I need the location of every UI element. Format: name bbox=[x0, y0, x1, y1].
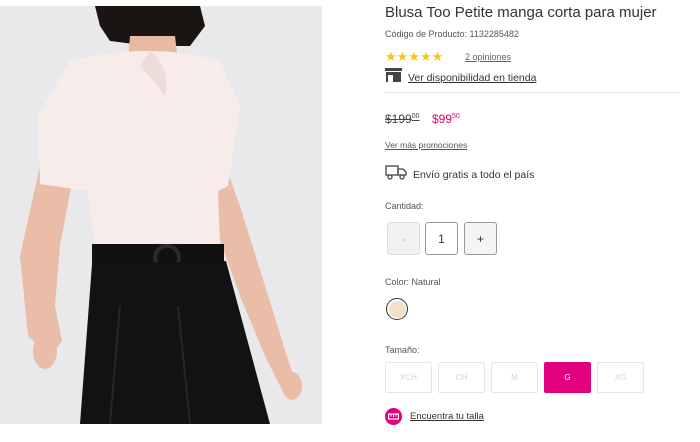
more-promotions-link[interactable]: Ver más promociones bbox=[385, 140, 467, 150]
truck-icon bbox=[385, 164, 407, 185]
color-label: Color: Natural bbox=[385, 277, 441, 287]
size-option-xg[interactable]: XG bbox=[597, 362, 644, 393]
divider bbox=[385, 92, 680, 93]
product-title: Blusa Too Petite manga corta para mujer bbox=[385, 4, 657, 21]
sale-price: $9950 bbox=[432, 112, 460, 126]
find-size-link[interactable]: Encuentra tu talla bbox=[410, 411, 484, 422]
size-option-g[interactable]: G bbox=[544, 362, 591, 393]
old-price: $19900 bbox=[385, 112, 420, 126]
ruler-icon bbox=[385, 408, 402, 425]
reviews-link[interactable]: 2 opiniones bbox=[465, 52, 511, 62]
size-option-xch[interactable]: XCH bbox=[385, 362, 432, 393]
rating-stars: ★★★★★ bbox=[385, 49, 444, 64]
find-size-row[interactable]: Encuentra tu talla bbox=[385, 408, 484, 425]
quantity-input[interactable]: 1 bbox=[425, 222, 458, 255]
size-option-m[interactable]: M bbox=[491, 362, 538, 393]
quantity-label: Cantidad: bbox=[385, 201, 424, 211]
size-label: Tamaño: bbox=[385, 345, 420, 355]
product-code: Código de Producto: 1132285482 bbox=[385, 29, 519, 39]
swatch-fill bbox=[388, 300, 406, 318]
quantity-decrease-button[interactable]: - bbox=[387, 222, 420, 255]
model-illustration bbox=[0, 6, 322, 424]
product-image[interactable] bbox=[0, 6, 322, 424]
color-swatch-natural[interactable] bbox=[386, 298, 408, 320]
store-icon bbox=[385, 68, 402, 87]
size-option-ch[interactable]: CH bbox=[438, 362, 485, 393]
store-availability-link[interactable]: Ver disponibilidad en tienda bbox=[408, 72, 536, 84]
shipping-info: Envío gratis a todo el país bbox=[385, 164, 534, 185]
store-availability-row[interactable]: Ver disponibilidad en tienda bbox=[385, 68, 536, 87]
shipping-text: Envío gratis a todo el país bbox=[413, 168, 535, 181]
quantity-increase-button[interactable]: + bbox=[464, 222, 497, 255]
